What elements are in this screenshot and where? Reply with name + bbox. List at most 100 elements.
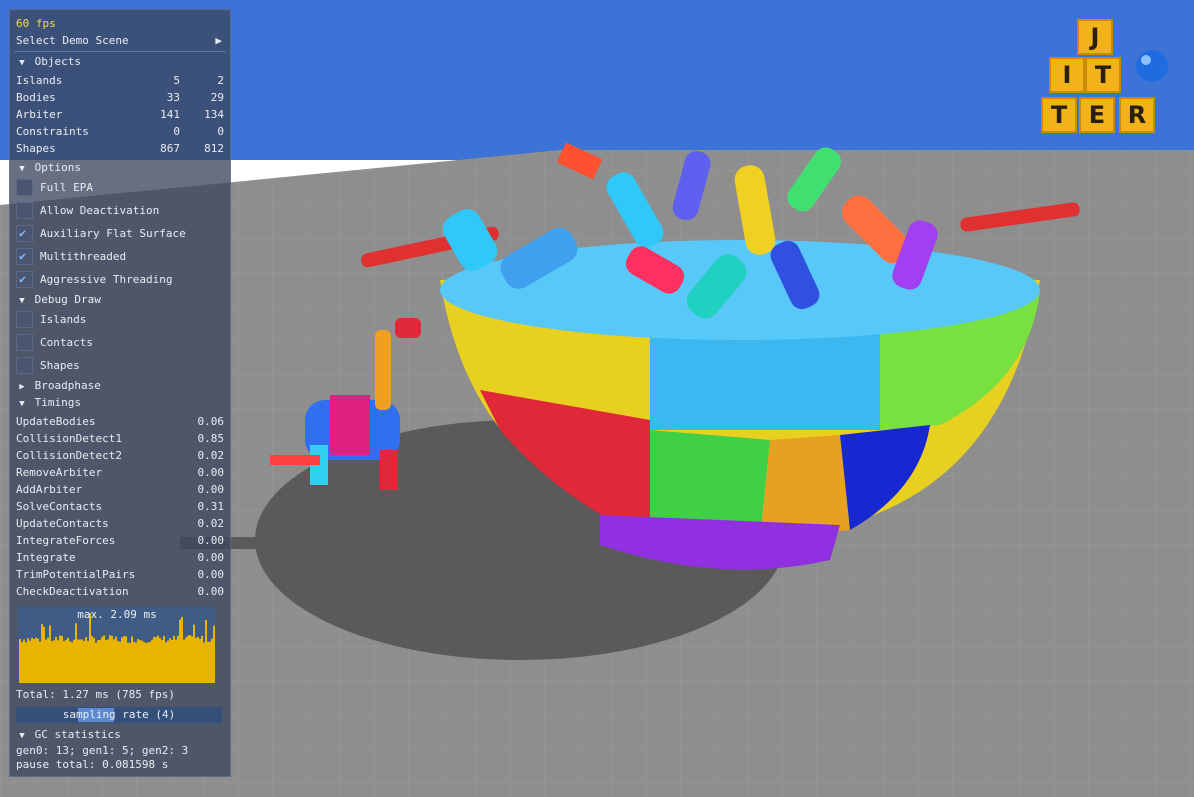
sampling-rate-label: sampling rate (4) — [62, 708, 176, 721]
histogram-bar — [55, 636, 57, 683]
timing-row-label: SolveContacts — [16, 500, 103, 513]
objects-row-label: Constraints — [16, 125, 89, 138]
histogram-bar — [121, 637, 123, 683]
histogram-bar — [195, 637, 197, 683]
checkbox[interactable] — [16, 357, 33, 374]
checkbox[interactable] — [16, 334, 33, 351]
histogram-bar — [157, 635, 159, 683]
histogram-bar — [131, 636, 133, 683]
jitter-logo: J I T T E R — [1040, 10, 1180, 148]
objects-row: Constraints 0 0 — [16, 124, 224, 140]
triangle-down-icon: ▼ — [19, 296, 25, 306]
timing-row-value: 0.00 — [197, 568, 225, 581]
timing-row-value: 0.00 — [197, 585, 225, 598]
histogram-bar — [151, 639, 153, 683]
checkbox[interactable] — [16, 179, 33, 196]
histogram-bar — [169, 638, 171, 683]
histogram-bar — [23, 639, 25, 683]
debug-draw-header[interactable]: ▼ Debug Draw — [16, 292, 224, 308]
histogram-bar — [211, 638, 213, 683]
checkbox[interactable] — [16, 311, 33, 328]
histogram-bar — [63, 641, 65, 683]
histogram-bar — [75, 623, 77, 683]
timing-row-label: Integrate — [16, 551, 76, 564]
histogram-bar — [141, 640, 143, 683]
objects-row-total: 33 — [166, 91, 180, 104]
histogram-bar — [179, 619, 181, 683]
histogram-bar — [79, 639, 81, 683]
sampling-rate-slider[interactable]: sampling rate (4) — [16, 707, 222, 723]
timing-row-label: IntegrateForces — [16, 534, 116, 547]
timing-row-label: CollisionDetect1 — [16, 432, 122, 445]
histogram-bar — [91, 636, 93, 683]
objects-header[interactable]: ▼ Objects — [16, 54, 224, 70]
histogram-bar — [207, 641, 209, 683]
select-demo-scene[interactable]: Select Demo Scene ▶ — [16, 33, 224, 49]
histogram-bar — [173, 635, 175, 683]
histogram-bar — [31, 637, 33, 683]
timings-header[interactable]: ▼ Timings — [16, 395, 224, 411]
gc-statistics-header[interactable]: ▼ GC statistics — [16, 727, 224, 743]
histogram-bar — [185, 637, 187, 683]
histogram-bar — [99, 639, 101, 683]
timing-row-value: 0.00 — [197, 483, 225, 496]
histogram-bar — [117, 640, 119, 683]
histogram-bar — [41, 623, 43, 683]
histogram-bar — [183, 639, 185, 683]
checkmark-icon: ✔ — [19, 272, 27, 286]
histogram-bar — [203, 642, 205, 683]
triangle-down-icon: ▼ — [19, 731, 25, 741]
timing-row: AddArbiter 0.00 — [16, 482, 224, 498]
play-icon: ▶ — [215, 34, 222, 47]
objects-row-active: 29 — [210, 91, 224, 104]
timing-row-label: CheckDeactivation — [16, 585, 129, 598]
histogram-bar — [159, 637, 161, 683]
histogram-bar — [119, 641, 121, 683]
objects-row: Islands 5 2 — [16, 73, 224, 89]
options-header[interactable]: ▼ Options — [16, 160, 224, 176]
histogram-bar — [109, 635, 111, 683]
histogram-bar — [191, 636, 193, 683]
histogram-bar — [77, 639, 79, 683]
broadphase-header[interactable]: ▶ Broadphase — [16, 378, 224, 394]
histogram-bar — [133, 641, 135, 683]
timing-row-label: CollisionDetect2 — [16, 449, 122, 462]
histogram-bar — [149, 642, 151, 683]
checkbox-label: Islands — [40, 313, 87, 326]
checkbox[interactable]: ✔ — [16, 271, 33, 288]
timing-row-label: UpdateBodies — [16, 415, 96, 428]
checkbox[interactable]: ✔ — [16, 248, 33, 265]
triangle-down-icon: ▼ — [19, 164, 25, 174]
histogram-bar — [43, 626, 45, 683]
gc-pause-total: pause total: 0.081598 s — [16, 758, 169, 771]
histogram-bar — [171, 639, 173, 683]
logo-letter-i: I — [1063, 61, 1072, 89]
objects-row-label: Bodies — [16, 91, 56, 104]
histogram-bar — [153, 636, 155, 683]
histogram-bar — [83, 640, 85, 683]
checkbox[interactable]: ✔ — [16, 225, 33, 242]
histogram-bar — [135, 642, 137, 683]
divider — [14, 51, 226, 52]
histogram-bar — [95, 642, 97, 683]
logo-letter-r: R — [1128, 101, 1146, 129]
histogram-bar — [165, 642, 167, 683]
checkbox-label: Aggressive Threading — [40, 273, 173, 286]
timings-total: Total: 1.27 ms (785 fps) — [16, 688, 175, 701]
timing-histogram: max. 2.09 ms — [18, 607, 216, 683]
histogram-bar — [181, 616, 183, 683]
histogram-bar — [205, 620, 207, 683]
timing-row: CollisionDetect2 0.02 — [16, 448, 224, 464]
histogram-bar — [29, 640, 31, 683]
histogram-bar — [187, 635, 189, 683]
timing-row-value: 0.02 — [197, 449, 225, 462]
histogram-bar — [25, 642, 27, 683]
checkbox-label: Full EPA — [40, 181, 93, 194]
objects-row-total: 0 — [173, 125, 180, 138]
histogram-bar — [37, 638, 39, 683]
timing-row-label: RemoveArbiter — [16, 466, 103, 479]
timing-row: IntegrateForces 0.00 — [16, 533, 224, 549]
checkbox[interactable] — [16, 202, 33, 219]
histogram-bar — [143, 641, 145, 683]
timing-row-value: 0.00 — [197, 466, 225, 479]
